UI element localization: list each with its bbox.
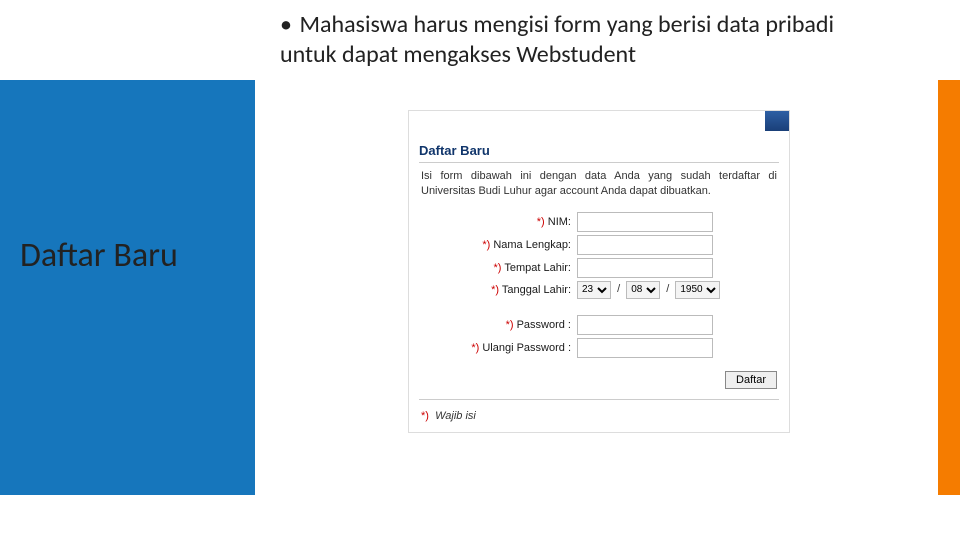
bullet-dot: • — [280, 10, 294, 40]
footnote-text: Wajib isi — [435, 410, 476, 422]
form-title: Daftar Baru — [409, 137, 789, 160]
label-nim: NIM: — [548, 216, 571, 228]
row-nim: *) NIM: — [421, 212, 777, 232]
required-mark: *) — [471, 342, 479, 354]
button-row: Daftar — [409, 369, 789, 397]
date-separator: / — [614, 283, 623, 295]
bullet-content: Mahasiswa harus mengisi form yang berisi… — [280, 10, 834, 69]
label-password2: Ulangi Password : — [482, 342, 571, 354]
row-tempat: *) Tempat Lahir: — [421, 258, 777, 278]
form-intro-text: Isi form dibawah ini dengan data Anda ya… — [409, 169, 789, 207]
footnote: *) Wajib isi — [409, 406, 789, 432]
month-select[interactable]: 08 — [626, 281, 660, 299]
row-nama: *) Nama Lengkap: — [421, 235, 777, 255]
row-password2: *) Ulangi Password : — [421, 338, 777, 358]
orange-accent-bar — [938, 80, 960, 495]
year-select[interactable]: 1950 — [675, 281, 720, 299]
header-corner-accent — [765, 111, 789, 131]
divider — [419, 399, 779, 400]
required-mark: *) — [482, 239, 490, 251]
side-title: Daftar Baru — [20, 235, 178, 276]
label-nama: Nama Lengkap: — [493, 239, 571, 251]
label-tempat: Tempat Lahir: — [504, 262, 571, 274]
registration-form-screenshot: Daftar Baru Isi form dibawah ini dengan … — [408, 110, 790, 433]
nim-input[interactable] — [577, 212, 713, 232]
required-mark: *) — [506, 319, 514, 331]
blue-side-panel — [0, 80, 255, 495]
password-repeat-input[interactable] — [577, 338, 713, 358]
required-mark: *) — [421, 410, 429, 422]
tempat-input[interactable] — [577, 258, 713, 278]
required-mark: *) — [491, 284, 499, 296]
nama-input[interactable] — [577, 235, 713, 255]
required-mark: *) — [494, 262, 502, 274]
label-password: Password : — [517, 319, 571, 331]
form-header — [409, 111, 789, 137]
day-select[interactable]: 23 — [577, 281, 611, 299]
divider — [419, 162, 779, 163]
bullet-text: • Mahasiswa harus mengisi form yang beri… — [280, 10, 840, 70]
required-mark: *) — [537, 216, 545, 228]
submit-button[interactable]: Daftar — [725, 371, 777, 389]
label-tanggal: Tanggal Lahir: — [502, 284, 571, 296]
form-fields: *) NIM: *) Nama Lengkap: *) Tempat Lahir… — [409, 207, 789, 369]
row-tanggal: *) Tanggal Lahir: 23 / 08 / 1950 — [421, 281, 777, 299]
password-input[interactable] — [577, 315, 713, 335]
date-separator: / — [663, 283, 672, 295]
row-password: *) Password : — [421, 315, 777, 335]
